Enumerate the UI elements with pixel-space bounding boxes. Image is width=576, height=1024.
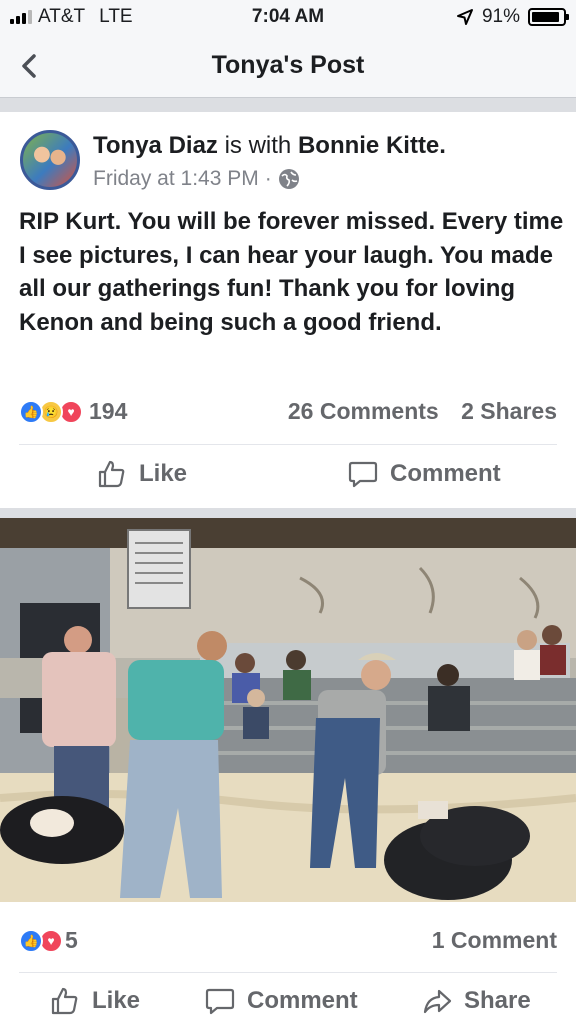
comment-bubble-icon xyxy=(348,461,378,488)
post-photo[interactable] xyxy=(0,518,576,902)
like-button[interactable]: Like xyxy=(97,459,187,489)
photo-like-label: Like xyxy=(92,987,141,1014)
like-reaction-icon: 👍 xyxy=(19,399,43,424)
divider xyxy=(19,972,557,973)
share-arrow-icon xyxy=(423,989,452,1014)
thumbs-up-icon xyxy=(98,460,125,488)
reaction-summary[interactable]: 👍 😢 ♥ 194 xyxy=(19,398,127,425)
location-arrow-icon xyxy=(456,9,473,25)
thumbs-up-icon xyxy=(51,987,78,1015)
post-meta: Friday at 1:43 PM · xyxy=(93,167,300,191)
photo-like-button[interactable]: Like xyxy=(50,986,140,1016)
globe-icon xyxy=(278,169,299,189)
author-name[interactable]: Tonya Diaz xyxy=(93,132,218,159)
battery-percent: 91% xyxy=(481,6,520,27)
photo-reaction-summary[interactable]: 👍 ♥ 5 xyxy=(19,927,78,954)
tagged-friend[interactable]: Bonnie Kitte. xyxy=(298,132,446,159)
photo-share-label: Share xyxy=(464,987,531,1014)
reaction-count: 194 xyxy=(89,398,128,424)
comment-button[interactable]: Comment xyxy=(348,459,501,489)
photo-engagement-card: 👍 ♥ 5 1 Comment Like Comment Share xyxy=(0,902,576,1024)
battery-fill xyxy=(532,12,560,22)
meta-separator: · xyxy=(264,167,272,190)
photo-comment-label: Comment xyxy=(247,987,358,1014)
status-right: 91% xyxy=(456,6,569,28)
post-header: Tonya Diaz is with Bonnie Kitte. xyxy=(93,132,446,160)
battery-icon xyxy=(528,8,569,26)
comment-bubble-icon xyxy=(205,988,235,1015)
shares-count[interactable]: 2 Shares xyxy=(461,398,557,424)
photo-share-button[interactable]: Share xyxy=(422,986,531,1016)
post-timestamp[interactable]: Friday at 1:43 PM xyxy=(93,167,259,191)
status-bar: AT&T LTE 7:04 AM 91% xyxy=(0,0,576,34)
photo-comment-button[interactable]: Comment xyxy=(205,986,358,1016)
like-reaction-icon: 👍 xyxy=(19,928,43,953)
post-text: RIP Kurt. You will be forever missed. Ev… xyxy=(19,208,564,336)
engagement-counts: 26 Comments 2 Shares xyxy=(288,398,557,425)
photo-reaction-count: 5 xyxy=(65,927,78,953)
livestock-show-photo xyxy=(0,518,576,902)
with-label: is with xyxy=(224,132,292,159)
nav-bar: Tonya's Post xyxy=(0,34,576,98)
post-card: Tonya Diaz is with Bonnie Kitte. Friday … xyxy=(0,112,576,508)
comments-count[interactable]: 26 Comments xyxy=(288,398,439,424)
photo-engagement-counts: 1 Comment xyxy=(432,927,557,954)
page-title: Tonya's Post xyxy=(211,51,365,79)
author-avatar[interactable] xyxy=(20,130,80,190)
photo-comments-count[interactable]: 1 Comment xyxy=(432,927,557,953)
comment-label: Comment xyxy=(390,460,501,487)
like-label: Like xyxy=(139,460,188,487)
divider xyxy=(19,444,557,445)
